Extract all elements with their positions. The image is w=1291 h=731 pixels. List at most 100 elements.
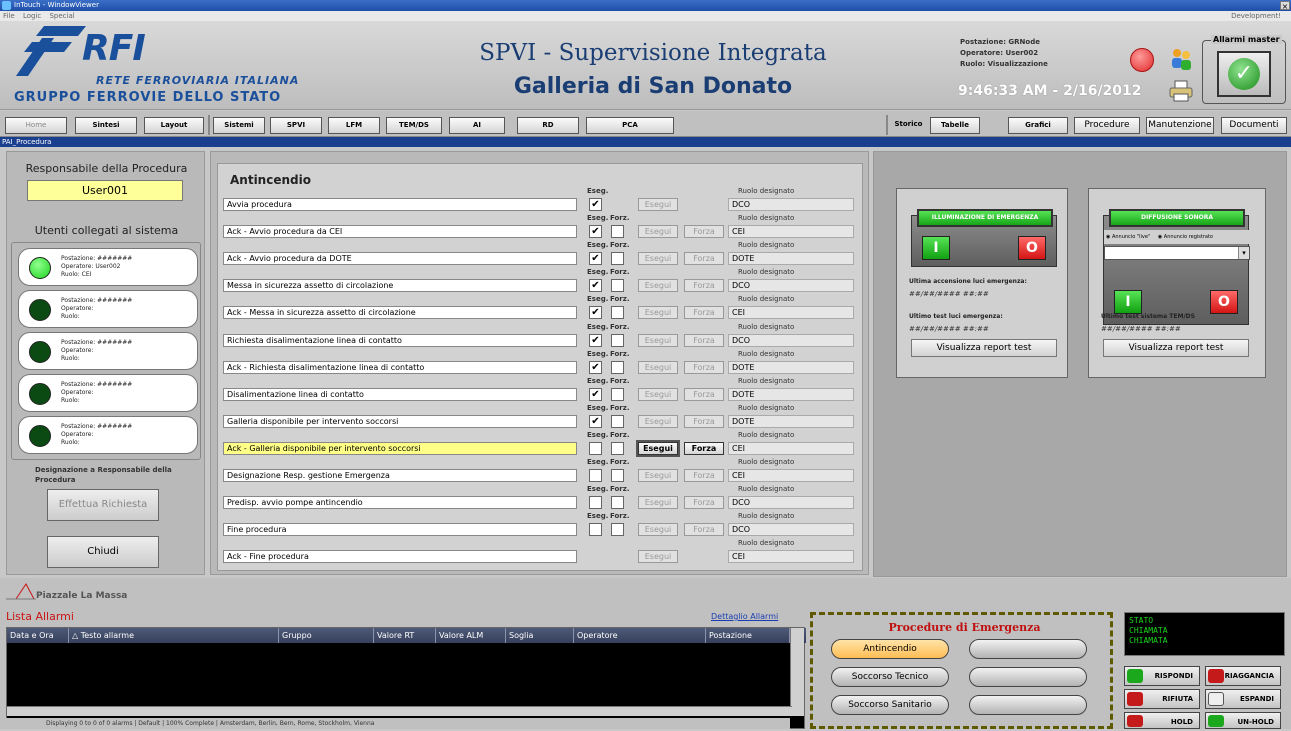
- menu-special[interactable]: Special: [49, 12, 74, 20]
- eseg-checkbox[interactable]: [589, 441, 602, 455]
- forza-button[interactable]: Forza: [684, 496, 724, 510]
- forz-checkbox[interactable]: [611, 306, 624, 320]
- eseg-checkbox[interactable]: ✔: [589, 252, 602, 266]
- emergency-technical-button[interactable]: Soccorso Tecnico: [831, 667, 949, 687]
- vertical-scrollbar[interactable]: [790, 628, 804, 716]
- forz-checkbox[interactable]: [611, 387, 624, 401]
- forza-button[interactable]: Forza: [684, 360, 724, 374]
- col-date[interactable]: Data e Ora: [7, 628, 69, 643]
- eseg-checkbox[interactable]: ✔: [589, 306, 602, 320]
- sound-off-button[interactable]: O: [1210, 290, 1238, 314]
- forza-button[interactable]: Forza: [684, 414, 724, 428]
- radio-recorded[interactable]: ◉ Annuncio registrato: [1158, 234, 1213, 240]
- forza-button[interactable]: Forza: [684, 279, 724, 293]
- sound-report-button[interactable]: Visualizza report test: [1103, 339, 1249, 357]
- col-group[interactable]: Gruppo: [279, 628, 374, 643]
- sound-on-button[interactable]: I: [1114, 290, 1142, 314]
- emergency-empty-button[interactable]: [969, 695, 1087, 715]
- eseg-checkbox[interactable]: ✔: [589, 387, 602, 401]
- reject-button[interactable]: RIFIUTA: [1124, 689, 1200, 709]
- forz-checkbox[interactable]: [611, 469, 624, 482]
- col-alm[interactable]: Valore ALM: [436, 628, 506, 643]
- nav-spvi-button[interactable]: SPVI: [270, 117, 322, 134]
- forz-checkbox[interactable]: [611, 279, 624, 293]
- nav-procedure-button[interactable]: Procedure: [1074, 117, 1140, 134]
- forza-button[interactable]: Forza: [684, 523, 724, 537]
- nav-home-button[interactable]: Home: [5, 117, 67, 134]
- eseg-checkbox[interactable]: ✔: [589, 414, 602, 428]
- nav-rd-button[interactable]: RD: [517, 117, 579, 134]
- eseg-checkbox[interactable]: ✔: [589, 360, 602, 374]
- forz-checkbox[interactable]: [611, 496, 624, 510]
- esegui-button[interactable]: Esegui: [638, 496, 678, 510]
- esegui-button[interactable]: Esegui: [638, 225, 678, 239]
- nav-grafici-button[interactable]: Grafici: [1008, 117, 1068, 134]
- nav-pca-button[interactable]: PCA: [586, 117, 674, 134]
- esegui-button[interactable]: Esegui: [638, 469, 678, 482]
- col-operator[interactable]: Operatore: [574, 628, 706, 643]
- forz-checkbox[interactable]: [611, 225, 624, 239]
- close-button[interactable]: Chiudi: [47, 536, 159, 568]
- eseg-checkbox[interactable]: ✔: [589, 279, 602, 293]
- forz-checkbox[interactable]: [611, 523, 624, 537]
- forza-button[interactable]: Forza: [684, 387, 724, 401]
- emergency-fire-button[interactable]: Antincendio: [831, 639, 949, 659]
- eseg-checkbox[interactable]: ✔: [589, 198, 602, 211]
- nav-sintesi-button[interactable]: Sintesi: [75, 117, 137, 134]
- forza-button[interactable]: Forza: [684, 333, 724, 347]
- answer-button[interactable]: RISPONDI: [1124, 666, 1200, 686]
- forz-checkbox[interactable]: [611, 414, 624, 428]
- nav-tabelle-button[interactable]: Tabelle: [930, 117, 980, 134]
- alarm-detail-link[interactable]: Dettaglio Allarmi: [711, 612, 778, 621]
- nav-lfm-button[interactable]: LFM: [328, 117, 380, 134]
- radio-live[interactable]: ◉ Annuncio "live": [1106, 234, 1150, 240]
- forz-checkbox[interactable]: [611, 441, 624, 455]
- forz-checkbox[interactable]: [611, 360, 624, 374]
- esegui-button[interactable]: Esegui: [638, 306, 678, 320]
- col-station[interactable]: Postazione: [706, 628, 790, 643]
- eseg-checkbox[interactable]: [589, 496, 602, 510]
- announcement-select[interactable]: ▾: [1104, 246, 1250, 260]
- illumination-off-button[interactable]: O: [1018, 236, 1046, 260]
- forz-checkbox[interactable]: [611, 333, 624, 347]
- forza-button[interactable]: Forza: [684, 469, 724, 482]
- alarm-master-button[interactable]: ✓: [1217, 51, 1271, 97]
- esegui-button[interactable]: Esegui: [638, 198, 678, 211]
- illumination-on-button[interactable]: I: [922, 236, 950, 260]
- forza-button[interactable]: Forza: [684, 225, 724, 239]
- emergency-empty-button[interactable]: [969, 667, 1087, 687]
- esegui-button[interactable]: Esegui: [638, 279, 678, 293]
- expand-button[interactable]: ESPANDI: [1205, 689, 1281, 709]
- eseg-checkbox[interactable]: ✔: [589, 225, 602, 239]
- nav-temds-button[interactable]: TEM/DS: [386, 117, 442, 134]
- esegui-button[interactable]: Esegui: [636, 439, 680, 457]
- hangup-button[interactable]: RIAGGANCIA: [1205, 666, 1281, 686]
- hold-button[interactable]: HOLD: [1124, 712, 1200, 729]
- emergency-medical-button[interactable]: Soccorso Sanitario: [831, 695, 949, 715]
- forza-button[interactable]: Forza: [684, 252, 724, 266]
- esegui-button[interactable]: Esegui: [638, 333, 678, 347]
- printer-icon[interactable]: [1168, 80, 1194, 102]
- nav-documenti-button[interactable]: Documenti: [1221, 117, 1287, 134]
- esegui-button[interactable]: Esegui: [638, 523, 678, 537]
- eseg-checkbox[interactable]: ✔: [589, 333, 602, 347]
- horizontal-scrollbar[interactable]: [7, 706, 792, 716]
- nav-layout-button[interactable]: Layout: [144, 117, 204, 134]
- forza-button[interactable]: Forza: [684, 441, 724, 455]
- nav-manutenzione-button[interactable]: Manutenzione: [1146, 117, 1214, 134]
- esegui-button[interactable]: Esegui: [638, 360, 678, 374]
- users-icon[interactable]: [1168, 46, 1194, 72]
- col-rt[interactable]: Valore RT: [374, 628, 436, 643]
- forza-button[interactable]: Forza: [684, 306, 724, 320]
- esegui-button[interactable]: Esegui: [638, 414, 678, 428]
- esegui-button[interactable]: Esegui: [638, 252, 678, 266]
- illumination-report-button[interactable]: Visualizza report test: [911, 339, 1057, 357]
- request-button[interactable]: Effettua Richiesta: [47, 489, 159, 521]
- col-threshold[interactable]: Soglia: [506, 628, 574, 643]
- menu-file[interactable]: File: [3, 12, 15, 20]
- eseg-checkbox[interactable]: [589, 523, 602, 537]
- emergency-empty-button[interactable]: [969, 639, 1087, 659]
- esegui-button[interactable]: Esegui: [638, 550, 678, 564]
- forz-checkbox[interactable]: [611, 252, 624, 266]
- nav-ai-button[interactable]: AI: [449, 117, 505, 134]
